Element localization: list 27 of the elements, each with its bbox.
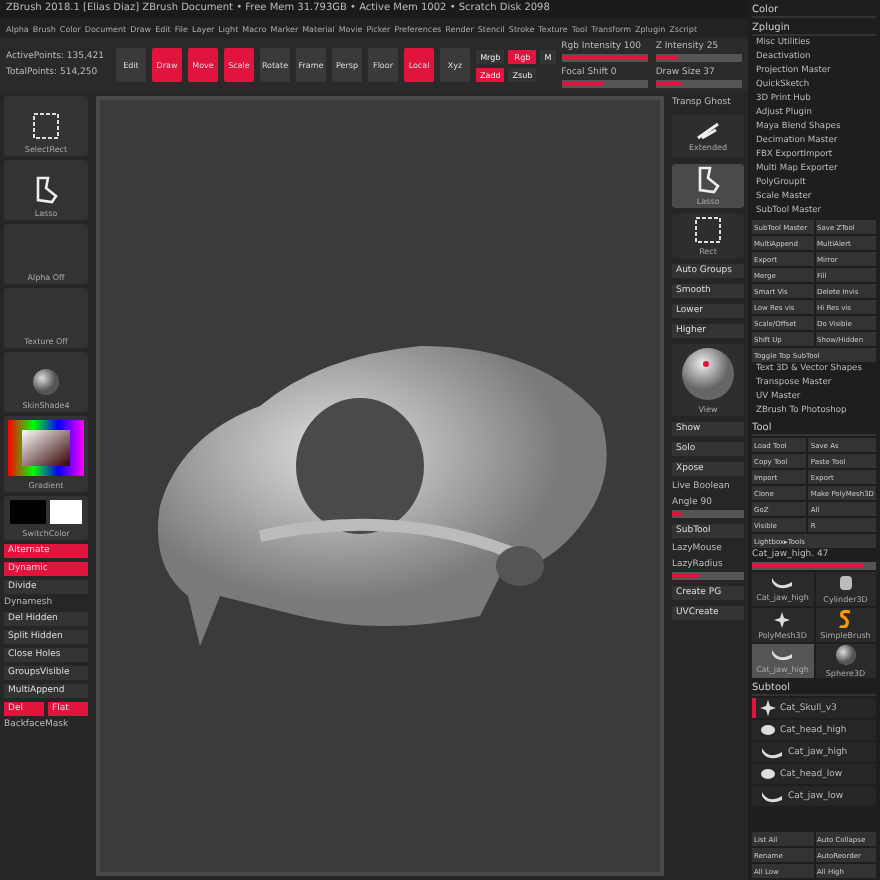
viewport[interactable] <box>96 96 664 876</box>
slider-track[interactable] <box>561 80 648 88</box>
head-icon <box>760 724 776 736</box>
flame-s-icon <box>838 610 853 628</box>
jaw-icon <box>760 745 784 759</box>
slider-track[interactable] <box>672 572 744 580</box>
brush-stroke-icon <box>696 120 720 140</box>
jaw-icon <box>770 648 795 662</box>
slider-track[interactable] <box>655 54 742 62</box>
slider-track[interactable] <box>752 562 876 570</box>
lasso-icon <box>34 176 58 204</box>
sphere-icon <box>32 368 60 396</box>
select-rect-icon <box>32 112 60 140</box>
select-rect-icon <box>694 216 722 244</box>
rotation-sphere-icon <box>680 346 736 402</box>
sphere-icon <box>831 644 860 666</box>
cylinder-icon <box>837 574 854 592</box>
color-swatch-icon <box>10 500 82 524</box>
head-icon <box>760 768 776 780</box>
color-gradient-square <box>8 420 84 476</box>
star-icon <box>774 611 791 627</box>
slider-track[interactable] <box>655 80 742 88</box>
lasso-icon <box>696 166 720 194</box>
star-icon <box>760 700 776 716</box>
jaw-icon <box>760 789 784 803</box>
jaw-icon <box>770 576 795 590</box>
slider-track[interactable] <box>672 510 744 518</box>
